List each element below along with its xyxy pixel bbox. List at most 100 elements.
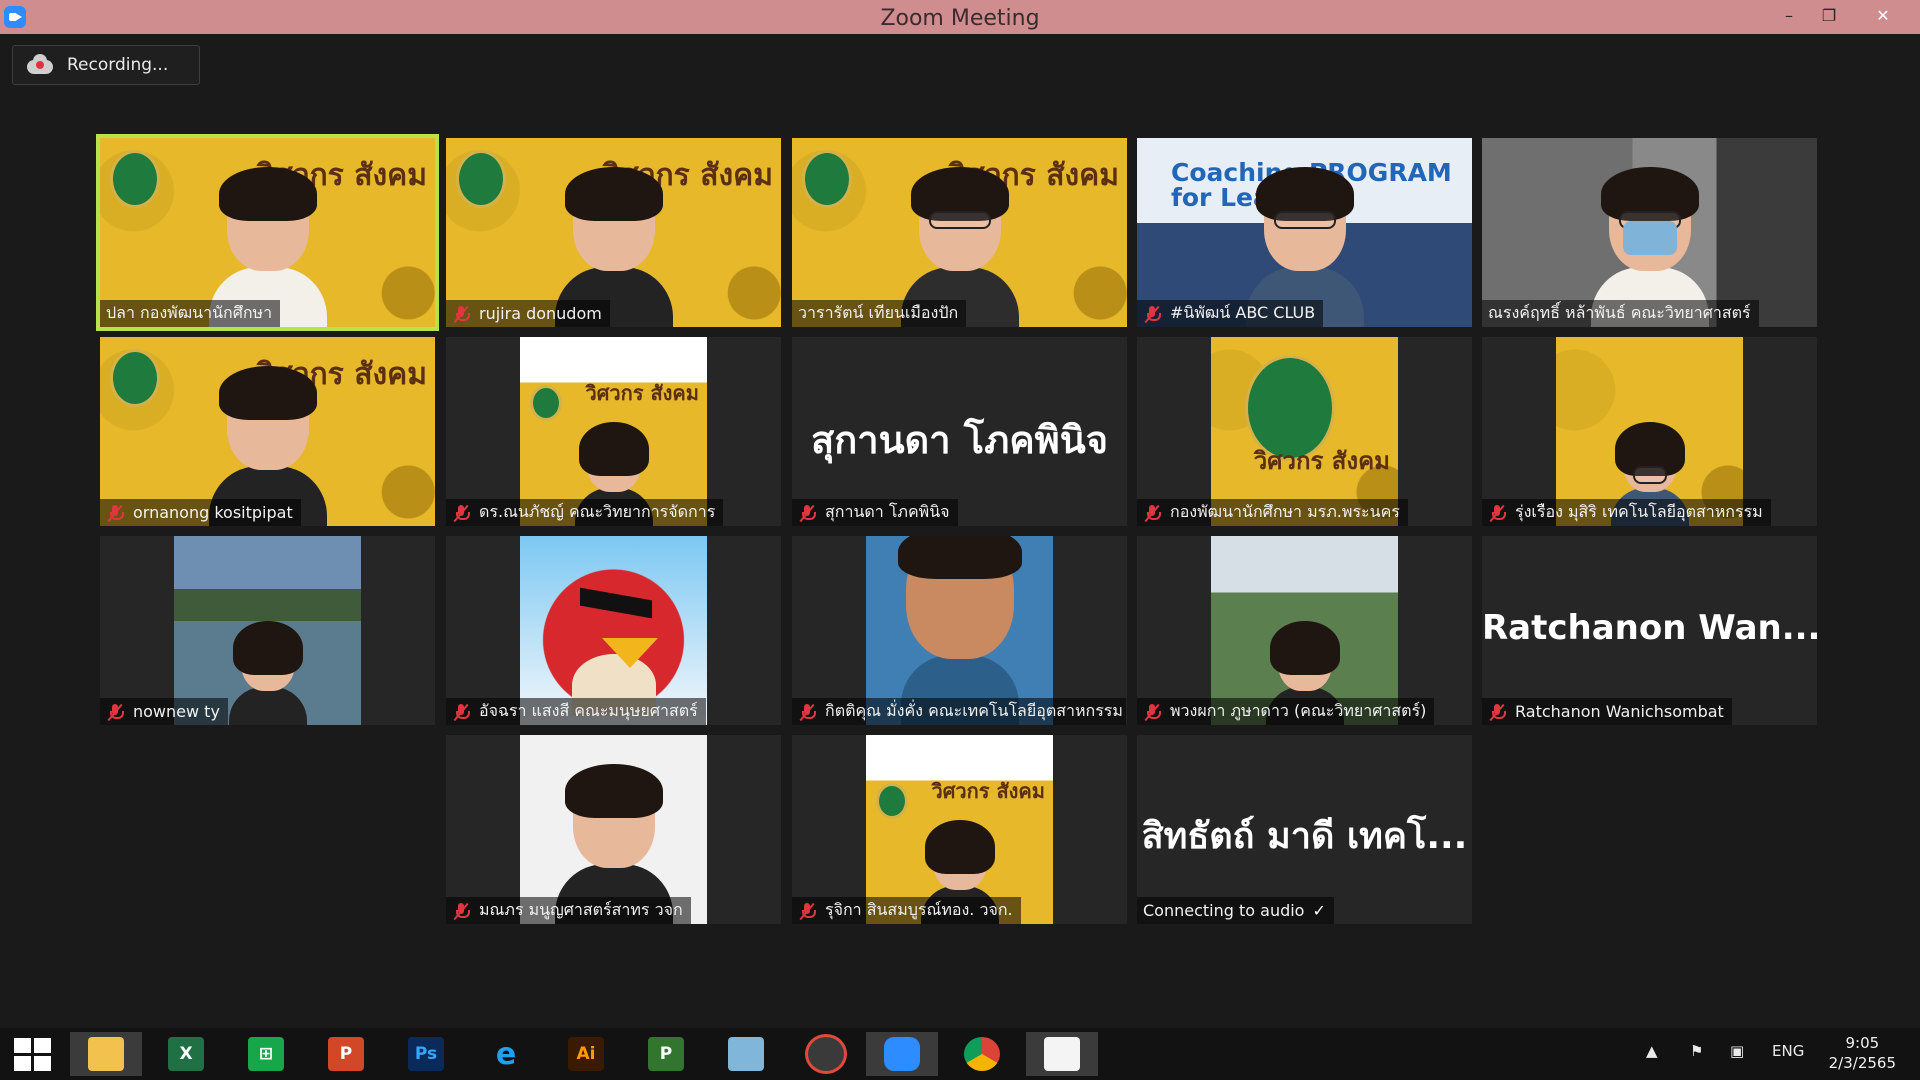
participant-name: Ratchanon Wanichsombat bbox=[1515, 702, 1724, 721]
photoshop-icon: Ps bbox=[408, 1037, 444, 1071]
participant-tile[interactable]: สุกานดา โภคพินิจ สุกานดา โภคพินิจ bbox=[792, 337, 1127, 526]
recording-indicator[interactable]: Recording... bbox=[12, 45, 200, 85]
participant-name-label: รุจิกา สินสมบูรณ์ทอง. วจก. bbox=[792, 897, 1021, 924]
folder-icon bbox=[88, 1037, 124, 1071]
participant-video: วิศวกร สังคม bbox=[446, 138, 781, 327]
zoom-icon bbox=[884, 1037, 920, 1071]
excel-button[interactable]: X bbox=[150, 1032, 222, 1076]
check-icon: ✓ bbox=[1312, 901, 1326, 920]
participant-name-label: กิตติคุณ มั่งคั่ง คณะเทคโนโลยีอุตสาหกรรม bbox=[792, 698, 1126, 725]
participant-name-label: nownew ty bbox=[100, 698, 228, 725]
participant-video: วิศวกร สังคม bbox=[520, 337, 707, 526]
participant-tile[interactable]: อัจฉรา แสงสี คณะมนุษยศาสตร์ bbox=[446, 536, 781, 725]
snipping-icon bbox=[1044, 1037, 1080, 1071]
cloud-record-icon bbox=[27, 54, 53, 74]
participant-tile[interactable]: รุ่งเรือง มุสิริ เทคโนโลยีอุตสาหกรรม bbox=[1482, 337, 1817, 526]
mic-muted-icon bbox=[1143, 305, 1161, 323]
mic-muted-icon bbox=[1488, 703, 1506, 721]
university-seal-icon bbox=[110, 150, 160, 208]
participant-video: วิศวกร สังคม bbox=[100, 138, 435, 327]
participant-tile[interactable]: วิศวกร สังคม รุจิกา สินสมบูรณ์ทอง. วจก. bbox=[792, 735, 1127, 924]
participant-tile[interactable]: nownew ty bbox=[100, 536, 435, 725]
windows-start-icon[interactable] bbox=[14, 1038, 52, 1072]
clock[interactable]: 9:05 2/3/2565 bbox=[1829, 1034, 1896, 1073]
mic-muted-icon bbox=[452, 902, 470, 920]
participant-name: รุจิกา สินสมบูรณ์ทอง. วจก. bbox=[825, 900, 1013, 919]
participant-tile[interactable]: วิศวกร สังคม กองพัฒนานักศึกษา มรภ.พระนคร bbox=[1137, 337, 1472, 526]
participant-name: สุกานดา โภคพินิจ bbox=[825, 502, 950, 521]
file-explorer-button[interactable] bbox=[70, 1032, 142, 1076]
university-seal-icon bbox=[802, 150, 852, 208]
participant-tile[interactable]: ณรงค์ฤทธิ์ หล้าพันธ์ คณะวิทยาศาสตร์ bbox=[1482, 138, 1817, 327]
participant-tile[interactable]: วิศวกร สังคม rujira donudom bbox=[446, 138, 781, 327]
participant-name: กิตติคุณ มั่งคั่ง คณะเทคโนโลยีอุตสาหกรรม bbox=[825, 701, 1123, 720]
close-button[interactable]: ✕ bbox=[1860, 0, 1906, 30]
participant-tile[interactable]: มณภร มนูญศาสตร์สาทร วจก bbox=[446, 735, 781, 924]
mic-muted-icon bbox=[452, 504, 470, 522]
participant-tile[interactable]: วิศวกร สังคม ปลา กองพัฒนานักศึกษา bbox=[96, 134, 439, 331]
participant-name: rujira donudom bbox=[479, 304, 602, 323]
participant-tile[interactable]: วิศวกร สังคม ดร.ณนภัชญ์ คณะวิทยาการจัดกา… bbox=[446, 337, 781, 526]
participant-tile[interactable]: วิศวกร สังคม ornanong kositpipat bbox=[100, 337, 435, 526]
illustrator-icon: Ai bbox=[568, 1037, 604, 1071]
banner-title: วิศวกร สังคม bbox=[931, 779, 1045, 803]
show-hidden-icons[interactable]: ▲ bbox=[1646, 1042, 1658, 1060]
participant-video: Coaching PROGRAM for Learner bbox=[1137, 138, 1472, 327]
participant-video: วิศวกร สังคม bbox=[1211, 337, 1398, 526]
participant-tile[interactable]: กิตติคุณ มั่งคั่ง คณะเทคโนโลยีอุตสาหกรรม bbox=[792, 536, 1127, 725]
participant-name-label: ornanong kositpipat bbox=[100, 499, 301, 526]
participant-tile[interactable]: สิทธัตถ์ มาดี เทคโ... Connecting to audi… bbox=[1137, 735, 1472, 924]
participant-video bbox=[1482, 138, 1817, 327]
participant-video bbox=[1556, 337, 1743, 526]
powerpoint-button[interactable]: P bbox=[310, 1032, 382, 1076]
network-icon[interactable]: ▣ bbox=[1730, 1042, 1744, 1060]
participant-video bbox=[1211, 536, 1398, 725]
banner-title: วิศวกร สังคม bbox=[1253, 447, 1390, 475]
participant-name-label: ปลา กองพัฒนานักศึกษา bbox=[100, 300, 281, 327]
chrome-button[interactable] bbox=[946, 1032, 1018, 1076]
mic-muted-icon bbox=[106, 703, 124, 721]
photoscape-icon bbox=[805, 1034, 847, 1074]
participant-name-label: rujira donudom bbox=[446, 300, 610, 327]
paint-button[interactable] bbox=[710, 1032, 782, 1076]
participant-video: วิศวกร สังคม bbox=[792, 138, 1127, 327]
recording-label: Recording... bbox=[67, 55, 169, 75]
mic-muted-icon bbox=[452, 703, 470, 721]
photoscape-button[interactable] bbox=[790, 1032, 862, 1076]
flag-alert-icon[interactable]: ⚑ bbox=[1690, 1042, 1703, 1060]
participant-video: วิศวกร สังคม bbox=[866, 735, 1053, 924]
university-seal-icon bbox=[876, 783, 908, 819]
participant-tile[interactable]: Ratchanon Wan... Ratchanon Wanichsombat bbox=[1482, 536, 1817, 725]
mic-muted-icon bbox=[1143, 703, 1161, 721]
participant-name: nownew ty bbox=[133, 702, 220, 721]
windows-taskbar: X ⊞ P Ps e Ai P ▲ ⚑ ▣ ENG 9:05 2/3/2565 bbox=[0, 1028, 1920, 1080]
mic-muted-icon bbox=[106, 504, 124, 522]
university-seal-icon bbox=[110, 349, 160, 407]
mic-muted-icon bbox=[1488, 504, 1506, 522]
angry-bird-beak bbox=[602, 638, 658, 668]
participant-name: พวงผกา ภูษาดาว (คณะวิทยาศาสตร์) bbox=[1170, 701, 1427, 720]
project-button[interactable]: P bbox=[630, 1032, 702, 1076]
excel-icon: X bbox=[168, 1037, 204, 1071]
participant-name-label: อัจฉรา แสงสี คณะมนุษยศาสตร์ bbox=[446, 698, 706, 725]
participant-name-label: Connecting to audio ✓ bbox=[1137, 897, 1334, 924]
participant-video bbox=[520, 735, 707, 924]
participant-video bbox=[520, 536, 707, 725]
participant-video bbox=[866, 536, 1053, 725]
zoom-button[interactable] bbox=[866, 1032, 938, 1076]
participant-name-label: ณรงค์ฤทธิ์ หล้าพันธ์ คณะวิทยาศาสตร์ bbox=[1482, 300, 1759, 327]
participant-tile[interactable]: Coaching PROGRAM for Learner #นิพัฒน์ AB… bbox=[1137, 138, 1472, 327]
photoshop-button[interactable]: Ps bbox=[390, 1032, 462, 1076]
language-indicator[interactable]: ENG bbox=[1772, 1042, 1804, 1060]
participant-name-label: #นิพัฒน์ ABC CLUB bbox=[1137, 300, 1324, 327]
restore-button[interactable]: ❐ bbox=[1806, 0, 1852, 30]
illustrator-button[interactable]: Ai bbox=[550, 1032, 622, 1076]
participant-tile[interactable]: พวงผกา ภูษาดาว (คณะวิทยาศาสตร์) bbox=[1137, 536, 1472, 725]
store-button[interactable]: ⊞ bbox=[230, 1032, 302, 1076]
participant-tile[interactable]: วิศวกร สังคม วารารัตน์ เทียนเมืองปัก bbox=[792, 138, 1127, 327]
snipping-button[interactable] bbox=[1026, 1032, 1098, 1076]
university-seal-icon bbox=[1245, 355, 1335, 461]
internet-explorer-button[interactable]: e bbox=[470, 1032, 542, 1076]
mic-muted-icon bbox=[452, 305, 470, 323]
participant-video: วิศวกร สังคม bbox=[100, 337, 435, 526]
